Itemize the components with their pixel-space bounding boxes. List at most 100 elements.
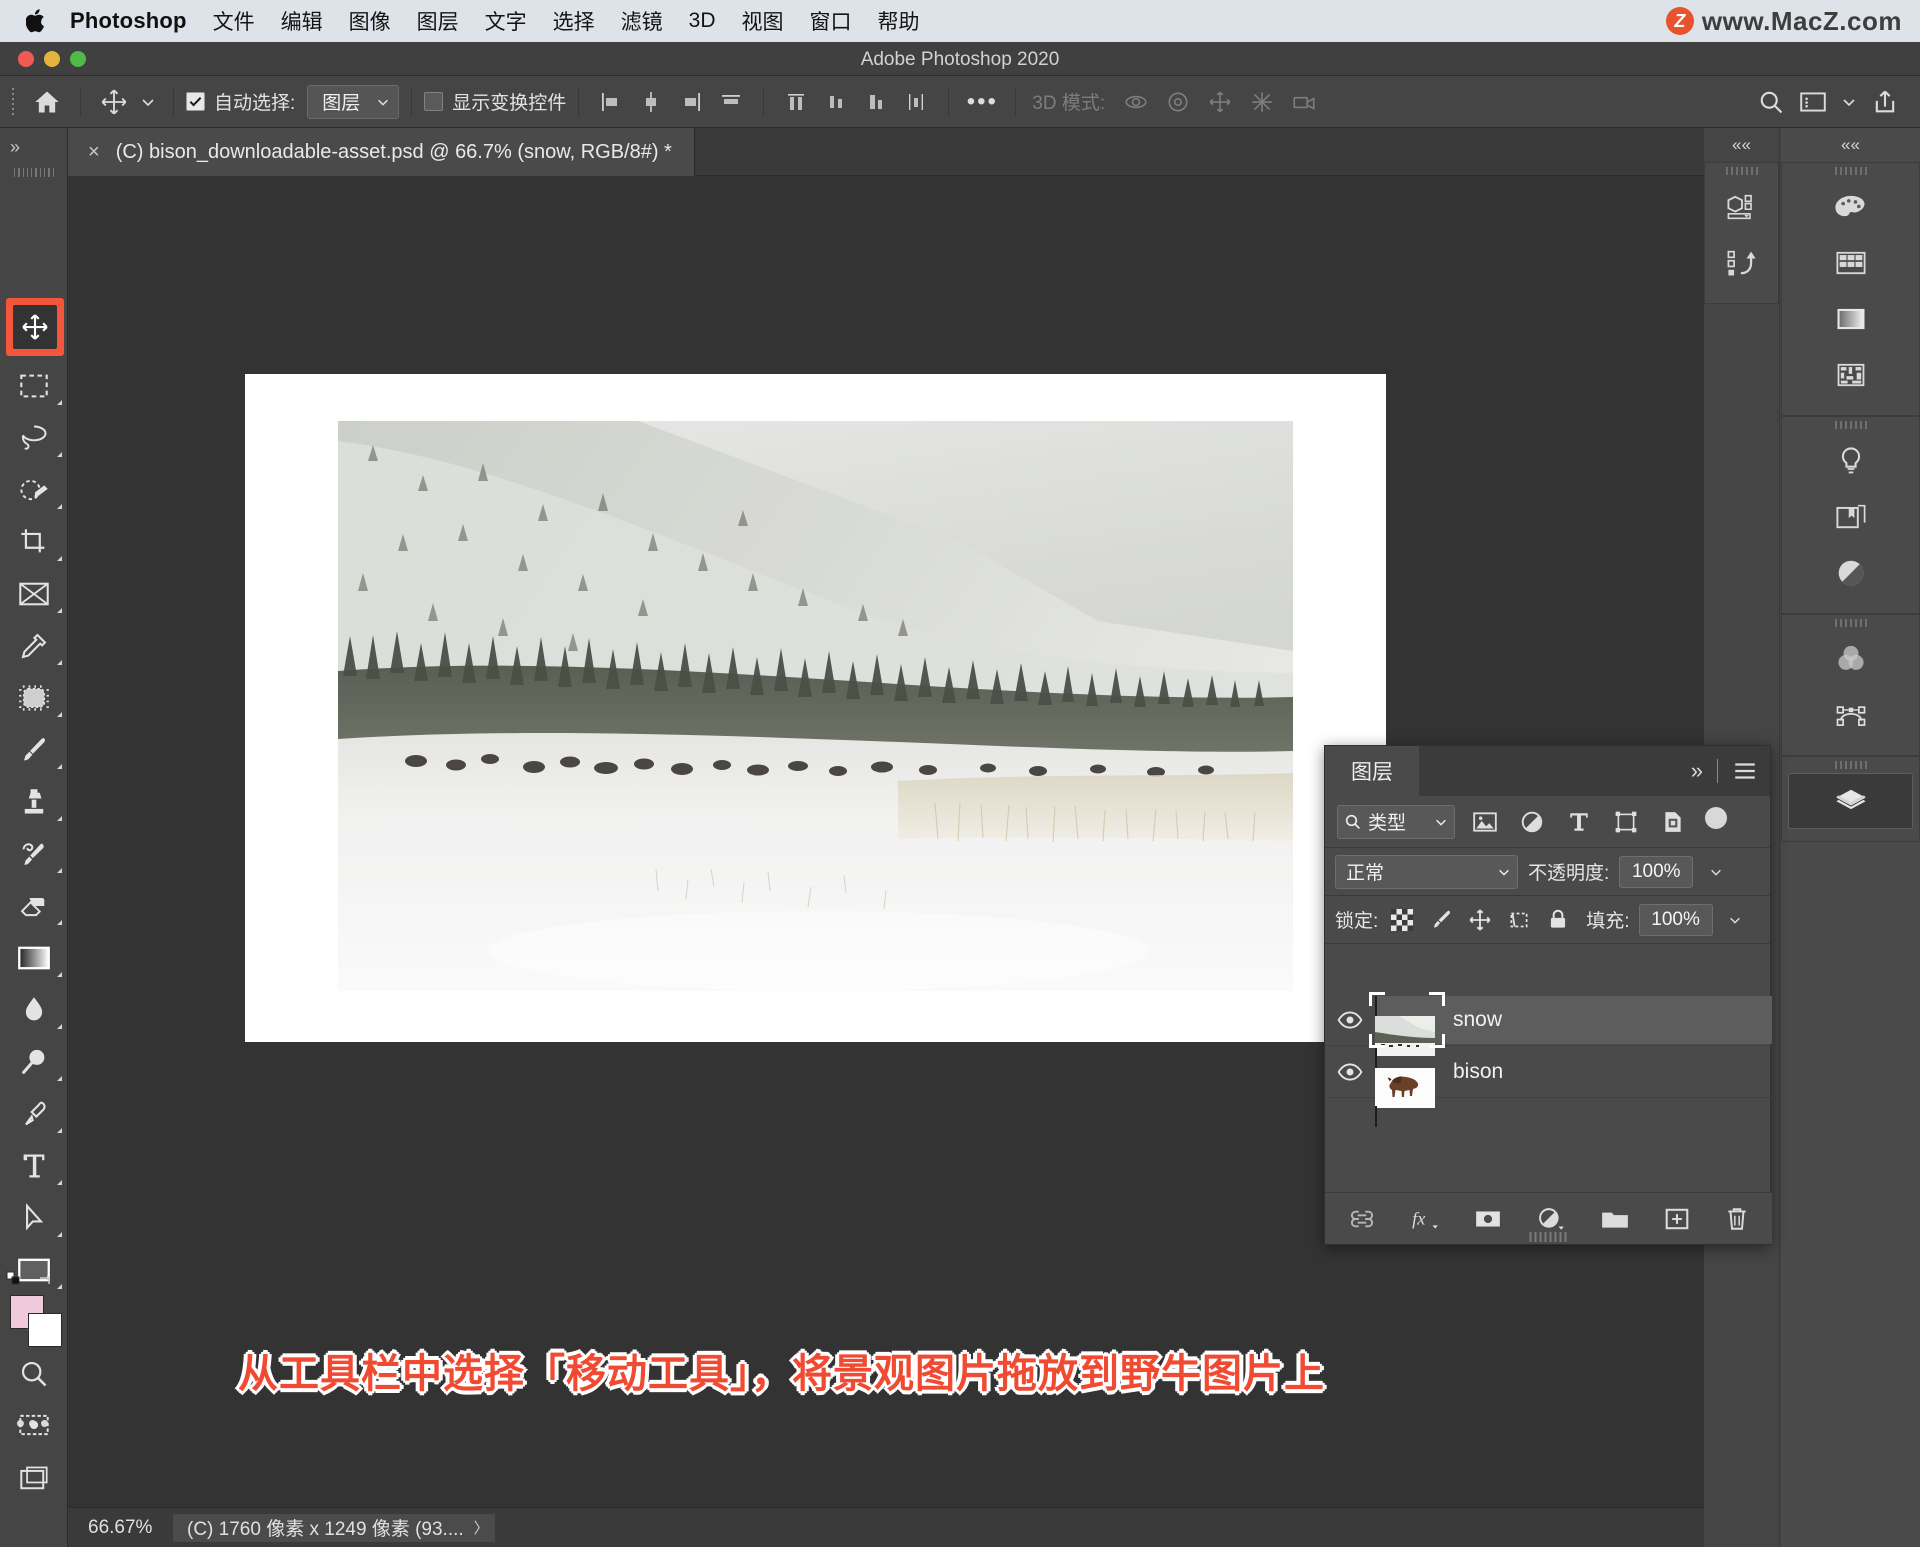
tool-pen[interactable]	[0, 1088, 68, 1140]
show-transform-checkbox[interactable]	[424, 92, 444, 111]
tool-history-brush[interactable]	[0, 828, 68, 880]
move-tool-icon[interactable]	[13, 305, 57, 349]
fill-stepper[interactable]	[1722, 904, 1748, 936]
collapse-dock-right-button[interactable]: ««	[1781, 128, 1920, 162]
link-layers-icon[interactable]	[1348, 1209, 1376, 1229]
swap-colors-icon[interactable]	[38, 1273, 54, 1289]
menu-help[interactable]: 帮助	[878, 6, 920, 36]
menu-type[interactable]: 文字	[485, 6, 527, 36]
apple-logo-icon[interactable]	[26, 8, 48, 34]
tool-dodge[interactable]	[0, 1036, 68, 1088]
align-top-icon[interactable]	[711, 83, 751, 121]
tools-panel-grip[interactable]	[14, 168, 54, 178]
background-color-swatch[interactable]	[28, 1313, 62, 1347]
dock-group-grip[interactable]	[1782, 163, 1919, 179]
tool-rectangular-marquee[interactable]	[0, 360, 68, 412]
reset-colors-icon[interactable]	[6, 1271, 22, 1287]
tool-rectangle[interactable]	[0, 1244, 68, 1296]
tool-preset-chevron-icon[interactable]	[135, 83, 161, 121]
patterns-icon[interactable]	[1782, 347, 1919, 403]
smart-object-filter-icon[interactable]	[1656, 805, 1690, 839]
tool-spot-healing-brush[interactable]	[0, 672, 68, 724]
menu-layer[interactable]: 图层	[417, 6, 459, 36]
auto-select-checkbox[interactable]	[186, 92, 205, 111]
menu-file[interactable]: 文件	[213, 6, 255, 36]
layer-row-body-snow[interactable]: snow	[1369, 991, 1772, 1075]
quick-mask-icon[interactable]	[0, 1399, 68, 1451]
type-filter-icon[interactable]	[1562, 805, 1596, 839]
history-icon[interactable]	[1705, 235, 1778, 291]
tab-layers[interactable]: 图层	[1325, 746, 1419, 796]
tool-type[interactable]	[0, 1140, 68, 1192]
tool-brush[interactable]	[0, 724, 68, 776]
options-bar-grip[interactable]	[8, 85, 18, 119]
more-options-button[interactable]: •••	[961, 83, 1003, 121]
tool-eraser[interactable]	[0, 880, 68, 932]
new-layer-icon[interactable]	[1664, 1207, 1690, 1231]
share-icon[interactable]	[1864, 83, 1906, 121]
panel-resize-grip[interactable]	[1529, 1232, 1566, 1242]
layer-name-snow[interactable]: snow	[1453, 1008, 1502, 1032]
menu-edit[interactable]: 编辑	[281, 6, 323, 36]
distribute-vertical-center-icon[interactable]	[816, 83, 856, 121]
layer-style-fx-icon[interactable]: fx	[1410, 1206, 1440, 1232]
snow-landscape-image[interactable]	[338, 421, 1293, 991]
tool-clone-stamp[interactable]	[0, 776, 68, 828]
dock-group-grip[interactable]	[1782, 417, 1919, 433]
workspace-icon[interactable]	[1792, 83, 1834, 121]
document-info[interactable]: (C) 1760 像素 x 1249 像素 (93.... 〉	[173, 1513, 495, 1542]
layer-thumbnail-wrap-snow[interactable]	[1369, 991, 1445, 1075]
3d-roll-icon[interactable]	[1157, 83, 1199, 121]
3d-icon[interactable]	[1705, 179, 1778, 235]
lock-transparency-icon[interactable]	[1387, 904, 1417, 936]
search-icon[interactable]	[1750, 83, 1792, 121]
3d-pan-icon[interactable]	[1199, 83, 1241, 121]
menu-filter[interactable]: 滤镜	[621, 6, 663, 36]
artboard[interactable]	[245, 374, 1386, 1042]
channels-icon[interactable]	[1782, 631, 1919, 687]
dock-group-grip[interactable]	[1782, 615, 1919, 631]
tool-zoom[interactable]	[0, 1348, 68, 1400]
delete-layer-icon[interactable]	[1724, 1206, 1750, 1232]
layer-visibility-toggle-snow[interactable]	[1325, 994, 1375, 1046]
tool-blur[interactable]	[0, 984, 68, 1036]
3d-orbit-icon[interactable]	[1115, 83, 1157, 121]
collapse-dock-left-button[interactable]: ««	[1704, 128, 1779, 162]
layer-row-body-bison[interactable]: bison	[1375, 1047, 1772, 1127]
tool-quick-selection[interactable]	[0, 464, 68, 516]
new-group-icon[interactable]	[1600, 1207, 1630, 1231]
tool-gradient[interactable]	[0, 932, 68, 984]
layer-name-bison[interactable]: bison	[1453, 1060, 1503, 1084]
align-left-icon[interactable]	[591, 83, 631, 121]
adjustment-filter-icon[interactable]	[1515, 805, 1549, 839]
tool-eyedropper[interactable]	[0, 620, 68, 672]
document-info-arrow-icon[interactable]: 〉	[474, 1517, 489, 1538]
layer-row-bison[interactable]: bison	[1325, 1046, 1772, 1127]
layer-row-snow[interactable]: snow	[1325, 991, 1772, 1075]
menu-app-name[interactable]: Photoshop	[70, 8, 187, 34]
color-palette-icon[interactable]	[1782, 179, 1919, 235]
adjustment-halfcircle-icon[interactable]	[1782, 545, 1919, 601]
expand-panel-button[interactable]: »	[1691, 758, 1703, 784]
libraries-icon[interactable]	[1782, 489, 1919, 545]
layer-thumbnail-wrap-bison[interactable]	[1375, 1047, 1439, 1127]
layer-mask-icon[interactable]	[1474, 1208, 1502, 1230]
layers-icon[interactable]	[1788, 773, 1913, 829]
tool-path-selection[interactable]	[0, 1192, 68, 1244]
tools-collapse-button[interactable]: »	[0, 128, 68, 166]
gradients-icon[interactable]	[1782, 291, 1919, 347]
dock-group-grip[interactable]	[1782, 757, 1919, 773]
opacity-value[interactable]: 100%	[1619, 855, 1694, 888]
panel-menu-icon[interactable]	[1732, 760, 1758, 782]
menu-select[interactable]: 选择	[553, 6, 595, 36]
layer-kind-dropdown[interactable]: 类型	[1337, 804, 1455, 839]
document-tab[interactable]: × (C) bison_downloadable-asset.psd @ 66.…	[68, 128, 695, 176]
layer-visibility-toggle-bison[interactable]	[1325, 1046, 1375, 1098]
lock-all-icon[interactable]	[1543, 904, 1573, 936]
dock-group-grip[interactable]	[1705, 163, 1778, 179]
blend-mode-dropdown[interactable]: 正常	[1335, 854, 1518, 889]
opacity-stepper[interactable]	[1703, 856, 1729, 888]
menu-image[interactable]: 图像	[349, 6, 391, 36]
menu-window[interactable]: 窗口	[810, 6, 852, 36]
3d-slide-icon[interactable]	[1241, 83, 1283, 121]
